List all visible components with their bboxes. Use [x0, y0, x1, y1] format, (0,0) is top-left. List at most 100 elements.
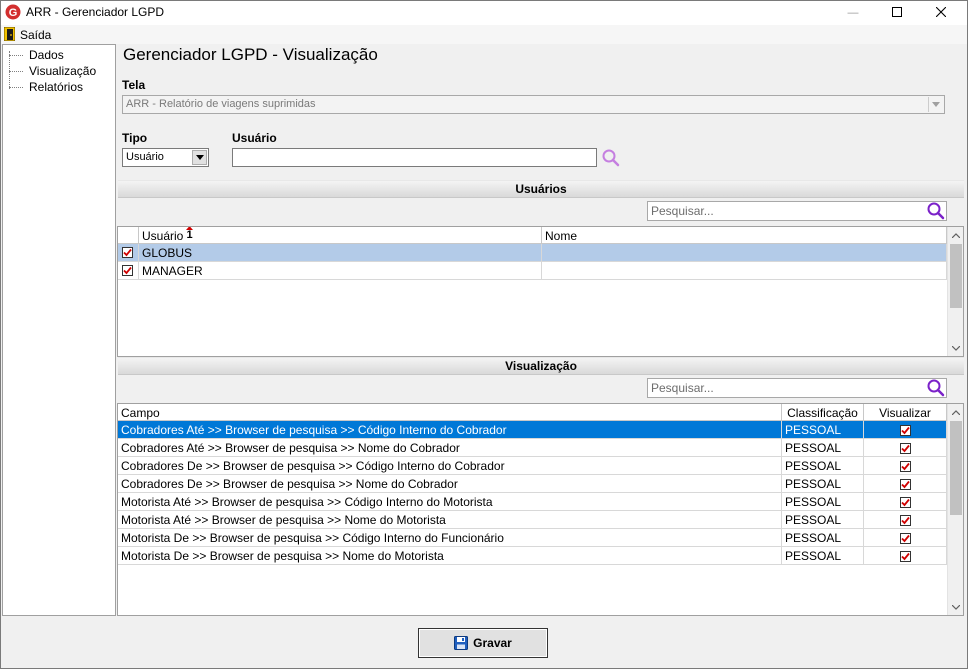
- scroll-up-icon[interactable]: [948, 227, 963, 243]
- table-row[interactable]: Cobradores Até >> Browser de pesquisa >>…: [118, 439, 947, 457]
- search-icon[interactable]: [926, 378, 946, 398]
- close-button[interactable]: [918, 0, 964, 25]
- scroll-thumb[interactable]: [950, 421, 962, 515]
- cell-visualizar[interactable]: [864, 421, 947, 439]
- tree-item-relatorios[interactable]: Relatórios: [3, 79, 83, 95]
- checkbox-checked-icon[interactable]: [899, 478, 911, 490]
- cell-visualizar[interactable]: [864, 511, 947, 529]
- title-bar: G ARR - Gerenciador LGPD —: [0, 0, 968, 25]
- tree-branch: [9, 86, 23, 88]
- checkbox-checked-icon[interactable]: [899, 550, 911, 562]
- cell-visualizar[interactable]: [864, 439, 947, 457]
- cell-campo: Cobradores Até >> Browser de pesquisa >>…: [118, 439, 782, 457]
- usuario-input[interactable]: [232, 148, 597, 167]
- usuario-label: Usuário: [232, 131, 277, 145]
- save-button-label: Gravar: [473, 636, 512, 650]
- checkbox-checked-icon[interactable]: [899, 496, 911, 508]
- search-icon[interactable]: [601, 148, 621, 168]
- table-row[interactable]: Motorista De >> Browser de pesquisa >> N…: [118, 547, 947, 565]
- maximize-icon: [892, 6, 902, 20]
- cell-campo: Motorista De >> Browser de pesquisa >> C…: [118, 529, 782, 547]
- column-header-label: Usuário: [142, 229, 184, 243]
- cell-nome: [542, 262, 947, 280]
- checkbox-checked-icon[interactable]: [899, 460, 911, 472]
- cell-visualizar[interactable]: [864, 475, 947, 493]
- tela-label: Tela: [122, 78, 146, 92]
- search-icon[interactable]: [926, 201, 946, 221]
- table-row[interactable]: Cobradores De >> Browser de pesquisa >> …: [118, 457, 947, 475]
- cell-visualizar[interactable]: [864, 547, 947, 565]
- chevron-down-icon[interactable]: [192, 150, 207, 165]
- users-section-title: Usuários: [515, 182, 567, 196]
- table-row[interactable]: Motorista Até >> Browser de pesquisa >> …: [118, 511, 947, 529]
- checkbox-checked-icon[interactable]: [899, 514, 911, 526]
- table-row[interactable]: Motorista Até >> Browser de pesquisa >> …: [118, 493, 947, 511]
- checkbox-checked-icon[interactable]: [122, 265, 133, 276]
- scroll-thumb[interactable]: [950, 244, 962, 308]
- cell-campo: Cobradores Até >> Browser de pesquisa >>…: [118, 421, 782, 439]
- column-header-label: Campo: [121, 406, 160, 420]
- maximize-button[interactable]: [874, 0, 920, 25]
- chevron-down-icon[interactable]: [928, 97, 943, 112]
- visualizacao-grid-header: Campo Classificação Visualizar: [118, 404, 947, 421]
- row-checkbox[interactable]: [118, 262, 139, 280]
- cell-visualizar[interactable]: [864, 493, 947, 511]
- checkbox-checked-icon[interactable]: [122, 247, 133, 258]
- cell-campo: Cobradores De >> Browser de pesquisa >> …: [118, 457, 782, 475]
- column-header-label: Classificação: [787, 406, 858, 420]
- menu-item-exit[interactable]: Saída: [20, 28, 51, 42]
- cell-classificacao: PESSOAL: [782, 439, 864, 457]
- column-header-visualizar[interactable]: Visualizar: [864, 404, 947, 421]
- cell-classificacao: PESSOAL: [782, 421, 864, 439]
- cell-campo: Motorista De >> Browser de pesquisa >> N…: [118, 547, 782, 565]
- cell-campo: Cobradores De >> Browser de pesquisa >> …: [118, 475, 782, 493]
- column-header-nome[interactable]: Nome: [542, 227, 947, 244]
- tipo-select[interactable]: Usuário: [122, 148, 209, 167]
- row-checkbox[interactable]: [118, 244, 139, 262]
- cell-classificacao: PESSOAL: [782, 493, 864, 511]
- table-row[interactable]: GLOBUS: [118, 244, 947, 262]
- visualizacao-section-header: Visualização: [118, 357, 964, 375]
- visualizacao-grid-scrollbar[interactable]: [947, 404, 963, 615]
- cell-usuario: GLOBUS: [139, 244, 542, 262]
- users-search-input[interactable]: Pesquisar...: [647, 201, 947, 221]
- checkbox-column-header: [118, 227, 139, 244]
- tree-item-visualizacao[interactable]: Visualização: [3, 63, 96, 79]
- column-header-classificacao[interactable]: Classificação: [782, 404, 864, 421]
- close-icon: [935, 6, 947, 20]
- cell-nome: [542, 244, 947, 262]
- sort-order-badge: 1: [186, 229, 193, 241]
- tela-select[interactable]: ARR - Relatório de viagens suprimidas: [122, 95, 945, 114]
- users-section-header: Usuários: [118, 180, 964, 198]
- cell-classificacao: PESSOAL: [782, 547, 864, 565]
- tree-item-dados[interactable]: Dados: [3, 47, 64, 63]
- cell-classificacao: PESSOAL: [782, 457, 864, 475]
- scroll-down-icon[interactable]: [948, 340, 963, 356]
- tree-branch: [9, 54, 23, 56]
- column-header-campo[interactable]: Campo: [118, 404, 782, 421]
- floppy-disk-icon: [454, 636, 469, 650]
- cell-visualizar[interactable]: [864, 529, 947, 547]
- visualizacao-section-title: Visualização: [505, 359, 577, 373]
- users-grid-scrollbar[interactable]: [947, 227, 963, 356]
- column-header-label: Visualizar: [879, 406, 931, 420]
- table-row[interactable]: Cobradores Até >> Browser de pesquisa >>…: [118, 421, 947, 439]
- cell-visualizar[interactable]: [864, 457, 947, 475]
- checkbox-checked-icon[interactable]: [899, 424, 911, 436]
- column-header-label: Nome: [545, 229, 578, 243]
- door-exit-icon[interactable]: [3, 26, 16, 42]
- cell-usuario: MANAGER: [139, 262, 542, 280]
- visualizacao-search-input[interactable]: Pesquisar...: [647, 378, 947, 398]
- tipo-label: Tipo: [122, 131, 148, 145]
- checkbox-checked-icon[interactable]: [899, 532, 911, 544]
- scroll-down-icon[interactable]: [948, 599, 963, 615]
- table-row[interactable]: Motorista De >> Browser de pesquisa >> C…: [118, 529, 947, 547]
- cell-campo: Motorista Até >> Browser de pesquisa >> …: [118, 511, 782, 529]
- minimize-button[interactable]: —: [830, 0, 876, 25]
- save-button[interactable]: Gravar: [418, 628, 548, 658]
- checkbox-checked-icon[interactable]: [899, 442, 911, 454]
- table-row[interactable]: Cobradores De >> Browser de pesquisa >> …: [118, 475, 947, 493]
- table-row[interactable]: MANAGER: [118, 262, 947, 280]
- column-header-usuario[interactable]: Usuário 1: [139, 227, 542, 244]
- scroll-up-icon[interactable]: [948, 404, 963, 420]
